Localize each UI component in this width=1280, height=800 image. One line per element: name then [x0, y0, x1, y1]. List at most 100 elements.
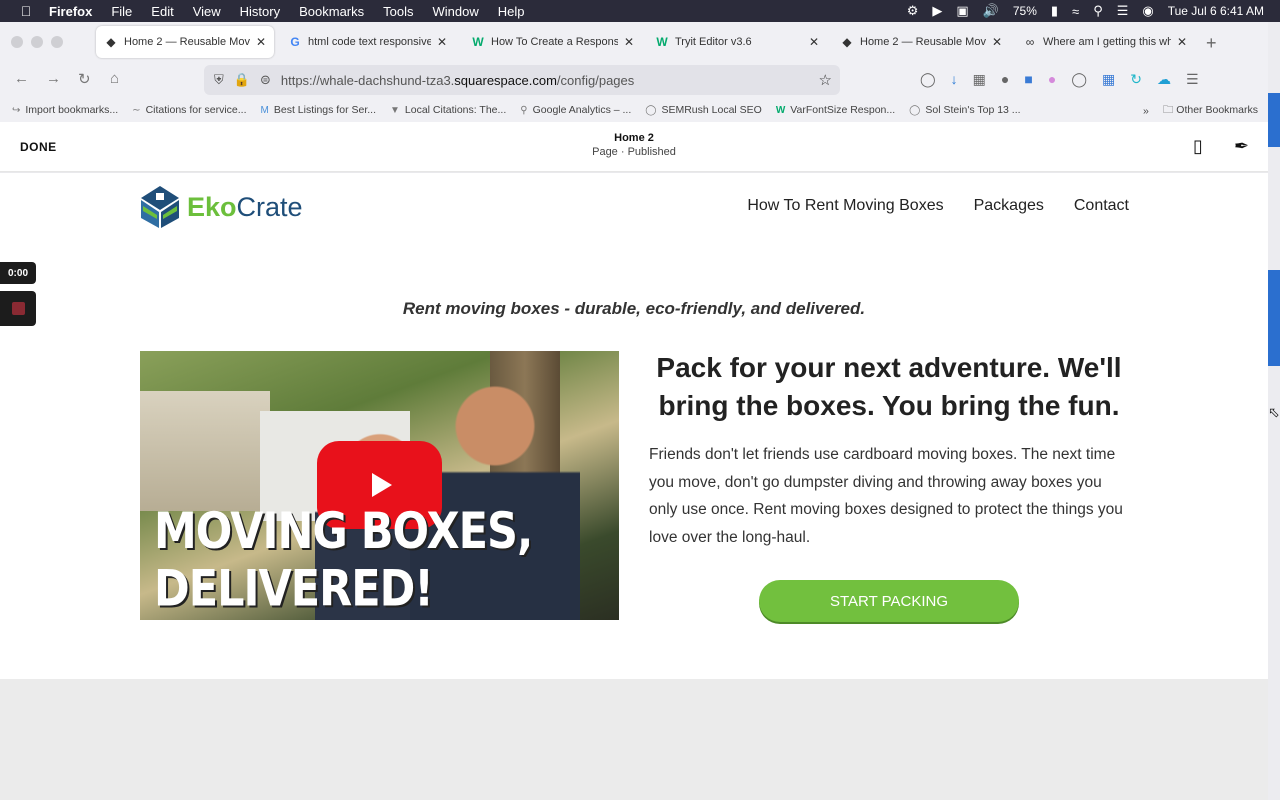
address-bar[interactable]: ⛨ 🔒 ⊜ https://whale-dachshund-tza3.squar… — [204, 65, 840, 95]
reader-view-icon[interactable]: ▦ — [973, 71, 986, 88]
menu-help[interactable]: Help — [498, 4, 525, 19]
chevron-double-right-icon[interactable]: » — [1143, 105, 1149, 117]
play-status-icon[interactable]: ▶ — [932, 3, 942, 19]
pocket-icon[interactable]: ◯ — [920, 71, 936, 88]
recording-timer: 0:00 — [0, 262, 36, 284]
site-nav: How To Rent Moving Boxes Packages Contac… — [747, 197, 1129, 215]
menu-firefox[interactable]: Firefox — [49, 4, 92, 19]
extension-blue-icon[interactable]: ■ — [1024, 71, 1032, 88]
bookmark-varfontsize[interactable]: W VarFontSize Respon... — [776, 104, 895, 116]
w3schools-icon: W — [775, 104, 786, 116]
tab-strip: ◆ Home 2 — Reusable Moving ✕ G html code… — [0, 22, 1268, 62]
control-center-icon[interactable]: ☰ — [1117, 3, 1129, 19]
download-icon[interactable]: ↓ — [951, 71, 958, 88]
squarespace-forum-icon: ∞ — [1025, 35, 1035, 49]
google-icon: G — [290, 35, 300, 49]
bookmark-google-analytics[interactable]: ⚲ Google Analytics – ... — [520, 104, 631, 116]
minimize-window-button[interactable] — [31, 36, 43, 48]
lock-icon[interactable]: 🔒 — [234, 72, 250, 88]
bookmark-import[interactable]: ↪ Import bookmarks... — [12, 104, 118, 116]
cloud-icon[interactable]: ☁ — [1157, 71, 1171, 88]
globe-icon: ◯ — [645, 104, 657, 116]
bookmark-best-listings[interactable]: M Best Listings for Ser... — [261, 104, 376, 116]
battery-percent: 75% — [1012, 4, 1037, 18]
new-tab-button[interactable]: + — [1206, 33, 1217, 54]
extension-dark-icon[interactable]: ● — [1001, 71, 1009, 88]
squarespace-icon: ◆ — [842, 35, 852, 49]
display-status-icon[interactable]: ▣ — [956, 3, 968, 19]
tab-home-2-duplicate[interactable]: ◆ Home 2 — Reusable Moving E ✕ — [832, 26, 1010, 58]
page-info: Home 2 Page · Published — [0, 132, 1268, 158]
citations-icon: ∼ — [132, 104, 141, 116]
nav-contact[interactable]: Contact — [1074, 197, 1129, 215]
design-brush-icon[interactable]: ✒ — [1234, 136, 1249, 157]
menu-history[interactable]: History — [240, 4, 280, 19]
close-tab-icon[interactable]: ✕ — [809, 35, 819, 49]
globe-icon: ◯ — [909, 104, 921, 116]
mail-icon: M — [260, 104, 269, 116]
sync-icon[interactable]: ↻ — [1130, 71, 1142, 88]
mobile-preview-icon[interactable]: ▯ — [1193, 136, 1203, 157]
battery-icon[interactable]: ▮ — [1051, 3, 1058, 19]
close-tab-icon[interactable]: ✕ — [624, 35, 634, 49]
tab-label: Home 2 — Reusable Moving E — [860, 36, 986, 48]
navigation-toolbar: ← → ↻ ⌂ ⛨ 🔒 ⊜ https://whale-dachshund-tz… — [0, 62, 1268, 98]
url-text[interactable]: https://whale-dachshund-tza3.squarespace… — [281, 73, 634, 88]
wifi-icon[interactable]: ≈ — [1072, 4, 1079, 19]
extension-grid-icon[interactable]: ▦ — [1102, 71, 1115, 88]
stop-recording-button[interactable] — [0, 291, 36, 326]
bookmark-local-citations[interactable]: ▼ Local Citations: The... — [390, 104, 506, 116]
hamburger-menu-icon[interactable]: ☰ — [1186, 71, 1199, 88]
close-tab-icon[interactable]: ✕ — [256, 35, 266, 49]
reload-icon[interactable]: ↻ — [78, 70, 91, 88]
menu-window[interactable]: Window — [433, 4, 479, 19]
shield-icon[interactable]: ⛨ — [214, 72, 224, 88]
menu-file[interactable]: File — [111, 4, 132, 19]
start-packing-button[interactable]: START PACKING — [759, 580, 1019, 622]
close-tab-icon[interactable]: ✕ — [437, 35, 447, 49]
tab-w3schools-responsive[interactable]: W How To Create a Responsive ✕ — [463, 26, 642, 58]
nav-how-to-rent[interactable]: How To Rent Moving Boxes — [747, 197, 943, 215]
tab-home-2[interactable]: ◆ Home 2 — Reusable Moving ✕ — [96, 26, 274, 58]
bookmark-citations[interactable]: ∼ Citations for service... — [132, 104, 246, 116]
close-window-button[interactable] — [11, 36, 23, 48]
back-arrow-icon[interactable]: ← — [14, 70, 29, 87]
close-tab-icon[interactable]: ✕ — [992, 35, 1002, 49]
wordpress-icon[interactable]: ◯ — [1071, 71, 1087, 88]
home-icon[interactable]: ⌂ — [110, 70, 119, 87]
menu-edit[interactable]: Edit — [151, 4, 173, 19]
siri-icon[interactable]: ◉ — [1142, 3, 1153, 19]
page-status: Page · Published — [592, 146, 676, 158]
menu-bookmarks[interactable]: Bookmarks — [299, 4, 364, 19]
menu-tools[interactable]: Tools — [383, 4, 413, 19]
hero-body: Friends don't let friends use cardboard … — [649, 446, 1123, 546]
folder-icon: 🗀 — [1162, 104, 1174, 116]
menu-view[interactable]: View — [193, 4, 221, 19]
tagline: Rent moving boxes - durable, eco-friendl… — [402, 299, 866, 318]
tab-squarespace-forum[interactable]: ∞ Where am I getting this white ✕ — [1015, 26, 1195, 58]
bookmark-semrush[interactable]: ◯ SEMRush Local SEO — [645, 104, 762, 116]
other-bookmarks[interactable]: 🗀 Other Bookmarks — [1163, 102, 1258, 120]
bookmark-star-icon[interactable]: ☆ — [819, 71, 832, 89]
gear-status-icon[interactable]: ⚙ — [907, 3, 919, 19]
video-embed[interactable]: MOVING BOXES, DELIVERED! — [140, 351, 619, 620]
apple-icon[interactable]:  — [17, 3, 35, 19]
background-window-edge — [1268, 93, 1280, 147]
nav-packages[interactable]: Packages — [974, 197, 1044, 215]
forward-arrow-icon[interactable]: → — [46, 70, 61, 87]
browser-chrome: ◆ Home 2 — Reusable Moving ✕ G html code… — [0, 22, 1268, 122]
spotlight-search-icon[interactable]: ⚲ — [1093, 3, 1103, 19]
tab-google-search[interactable]: G html code text responsive - G ✕ — [280, 26, 455, 58]
close-tab-icon[interactable]: ✕ — [1177, 35, 1187, 49]
tab-label: html code text responsive - G — [308, 36, 431, 48]
zoom-window-button[interactable] — [51, 36, 63, 48]
color-picker-icon[interactable]: ● — [1048, 71, 1056, 88]
volume-icon[interactable]: 🔊 — [983, 3, 999, 19]
bookmark-sol-stein[interactable]: ◯ Sol Stein's Top 13 ... — [909, 104, 1020, 116]
site-logo[interactable]: EkoCrate — [139, 184, 303, 230]
bookmarks-overflow: » 🗀 Other Bookmarks — [1143, 102, 1258, 120]
clock[interactable]: Tue Jul 6 6:41 AM — [1168, 4, 1264, 18]
editor-header: DONE Home 2 Page · Published ▯ ✒ — [0, 122, 1268, 172]
permissions-icon[interactable]: ⊜ — [260, 72, 271, 88]
tab-tryit-editor[interactable]: W Tryit Editor v3.6 ✕ — [647, 26, 827, 58]
